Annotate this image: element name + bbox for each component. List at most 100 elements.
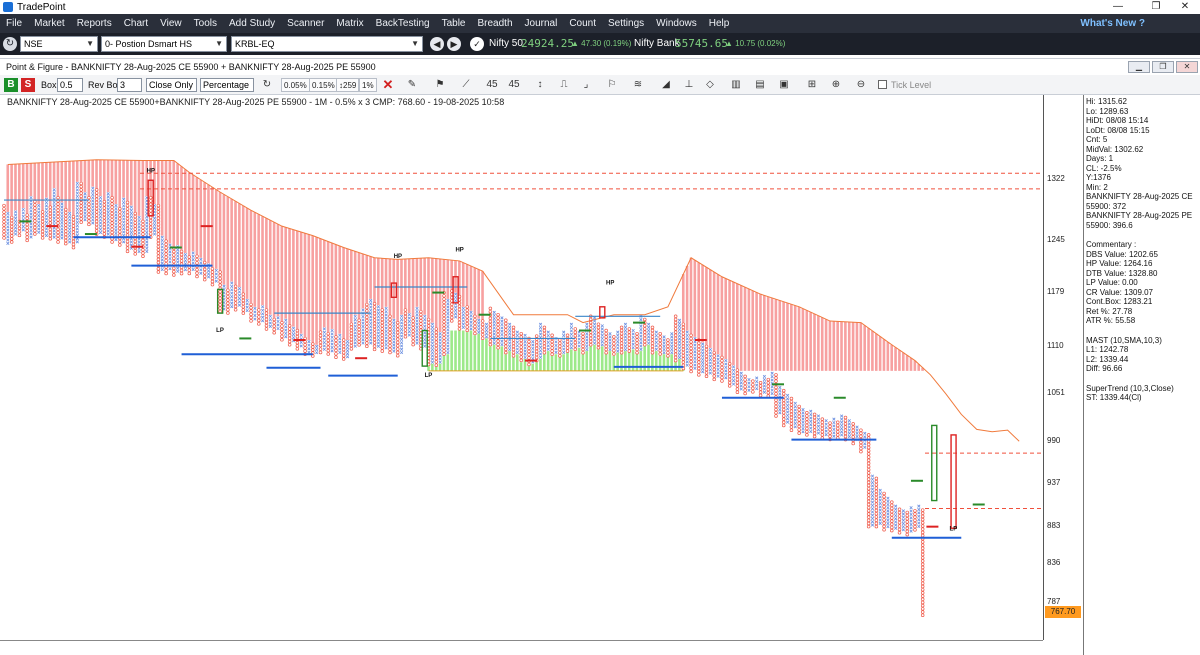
cloud-red-bar xyxy=(901,352,905,371)
rev-259-button[interactable]: ↕259 xyxy=(336,78,360,92)
buy-button[interactable]: B xyxy=(4,78,18,92)
menu-matrix[interactable]: Matrix xyxy=(330,14,369,33)
menu-windows[interactable]: Windows xyxy=(650,14,703,33)
close-window-button[interactable]: ✕ xyxy=(1170,0,1200,14)
pnf-x-mark xyxy=(492,320,496,324)
stats-line: CL: -2.5% xyxy=(1086,163,1122,173)
pnf-o-mark xyxy=(434,356,439,361)
grid-icon[interactable]: ⊞ xyxy=(804,77,820,93)
cloud-red-bar xyxy=(751,290,755,371)
pnf-o-mark xyxy=(64,220,68,224)
chart-restore-button[interactable]: ❐ xyxy=(1152,61,1174,73)
menu-scanner[interactable]: Scanner xyxy=(281,14,330,33)
box-015-button[interactable]: 0.15% xyxy=(309,78,338,92)
menu-count[interactable]: Count xyxy=(563,14,602,33)
pnf-x-mark xyxy=(168,250,172,254)
flag-icon[interactable]: ⚑ xyxy=(432,77,448,93)
tick-level-checkbox[interactable] xyxy=(878,80,887,89)
angle-45-icon[interactable]: 45 xyxy=(484,77,500,93)
menu-view[interactable]: View xyxy=(154,14,188,33)
pnf-o-mark xyxy=(357,340,361,344)
edit-icon[interactable]: ✎ xyxy=(404,77,420,93)
cloud-red-bar xyxy=(122,160,125,198)
tick-level-label: Tick Level xyxy=(891,80,932,90)
pnf-x-mark xyxy=(114,207,118,211)
pnf-x-mark xyxy=(106,192,110,196)
box-1pct-button[interactable]: 1% xyxy=(359,78,377,92)
whats-new-link[interactable]: What's New ? xyxy=(1080,14,1145,33)
price-type-select[interactable]: Close Only xyxy=(146,78,197,92)
pnf-o-mark xyxy=(311,345,315,349)
layout-icon[interactable]: ▣ xyxy=(776,77,792,93)
pnf-x-mark xyxy=(91,192,95,197)
level-icon[interactable]: ⊥ xyxy=(681,77,697,93)
pnf-x-mark xyxy=(392,340,396,344)
minimize-window-button[interactable]: — xyxy=(1103,0,1133,14)
method-select[interactable]: Percentage xyxy=(200,78,254,92)
box-size-input[interactable]: 0.5 xyxy=(57,78,83,92)
cloud-green-bar xyxy=(481,340,484,371)
previous-symbol-button[interactable]: ◀ xyxy=(430,37,444,51)
sell-button[interactable]: S xyxy=(21,78,35,92)
cloud-red-bar xyxy=(415,258,419,307)
pnf-x-mark xyxy=(677,321,682,325)
close-icon[interactable]: ✕ xyxy=(380,77,396,93)
menu-market[interactable]: Market xyxy=(28,14,71,33)
pnf-o-mark xyxy=(295,340,300,345)
zoom-out-icon[interactable]: ⊖ xyxy=(853,77,869,93)
pnf-x-mark xyxy=(137,215,141,220)
zoom-in-icon[interactable]: ⊕ xyxy=(828,77,844,93)
symbol-select[interactable]: KRBL-EQ ▼ xyxy=(231,36,423,52)
corner-icon[interactable]: ⌟ xyxy=(578,77,594,93)
diamond-icon[interactable]: ◇ xyxy=(702,77,718,93)
pnf-x-mark xyxy=(739,387,743,391)
menu-file[interactable]: File xyxy=(0,14,28,33)
next-symbol-button[interactable]: ▶ xyxy=(447,37,461,51)
cloud-red-bar xyxy=(786,303,789,371)
pnf-x-mark xyxy=(338,350,342,355)
pnf-x-mark xyxy=(345,340,350,344)
menu-add-study[interactable]: Add Study xyxy=(223,14,281,33)
menu-journal[interactable]: Journal xyxy=(519,14,564,33)
vertical-line-icon[interactable]: ↕ xyxy=(532,77,548,93)
pnf-x-mark xyxy=(446,351,450,355)
chart-area[interactable]: HP LP HP HP LP HP LP BANKNIFTY 28-Aug-2025 CE … xyxy=(0,95,1200,655)
chart-close-button[interactable]: ✕ xyxy=(1176,61,1198,73)
pnf-x-mark xyxy=(261,305,265,309)
box-005-button[interactable]: 0.05% xyxy=(281,78,310,92)
wave-icon[interactable]: ≋ xyxy=(630,77,646,93)
menu-tools[interactable]: Tools xyxy=(188,14,223,33)
angle-45-alt-icon[interactable]: 45 xyxy=(506,77,522,93)
menu-settings[interactable]: Settings xyxy=(602,14,650,33)
pnf-chart[interactable]: HPLPHPHPLPHPLP xyxy=(0,95,1043,640)
pnf-x-mark xyxy=(870,497,875,501)
ruler-icon[interactable]: ◢ xyxy=(658,77,674,93)
cloud-red-bar xyxy=(211,187,214,268)
pnf-x-mark xyxy=(430,328,435,333)
maximize-window-button[interactable]: ❐ xyxy=(1141,0,1171,14)
rev-box-select[interactable]: 3 xyxy=(117,78,142,92)
chart-minimize-button[interactable]: ▁ xyxy=(1128,61,1150,73)
trendline-icon[interactable]: ⟋ xyxy=(458,77,474,93)
reload-icon[interactable]: ↻ xyxy=(259,77,275,93)
pnf-o-mark xyxy=(866,474,871,478)
pattern-icon[interactable]: ⚐ xyxy=(604,77,620,93)
pnf-o-mark xyxy=(280,338,284,342)
exchange-select[interactable]: NSE ▼ xyxy=(20,36,98,52)
refresh-icon[interactable]: ↻ xyxy=(3,37,17,51)
menu-reports[interactable]: Reports xyxy=(71,14,118,33)
menu-help[interactable]: Help xyxy=(703,14,736,33)
pnf-x-mark xyxy=(840,414,844,418)
pnf-o-mark xyxy=(318,347,323,351)
menu-table[interactable]: Table xyxy=(436,14,472,33)
panel-icon[interactable]: ▤ xyxy=(752,77,768,93)
portfolio-select[interactable]: 0- Postion Dsmart HS ▼ xyxy=(101,36,227,52)
bracket-icon[interactable]: ⎍ xyxy=(556,77,572,93)
pnf-x-mark xyxy=(160,245,164,249)
bars-icon[interactable]: ▥ xyxy=(728,77,744,93)
menu-breadth[interactable]: Breadth xyxy=(471,14,518,33)
menu-chart[interactable]: Chart xyxy=(118,14,154,33)
pnf-o-mark xyxy=(318,333,323,338)
mast-line: L2: 1339.44 xyxy=(1086,354,1129,364)
menu-backtesting[interactable]: BackTesting xyxy=(370,14,436,33)
